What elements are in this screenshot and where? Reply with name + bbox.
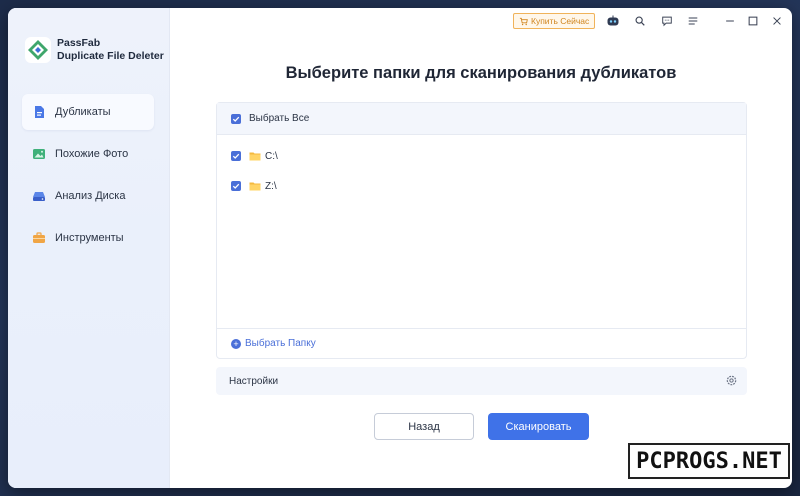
add-folder-button[interactable]: + Выбрать Папку xyxy=(231,338,316,349)
brand-name-line2: Duplicate File Deleter xyxy=(57,50,164,62)
sidebar-item-label: Инструменты xyxy=(55,232,124,244)
add-folder-label: Выбрать Папку xyxy=(245,338,316,349)
passfab-logo-icon xyxy=(25,37,51,63)
toolbox-icon xyxy=(32,231,46,245)
sidebar-item-label: Дубликаты xyxy=(55,106,111,118)
assistant-robot-icon[interactable] xyxy=(606,14,620,28)
brand: PassFab Duplicate File Deleter xyxy=(25,37,164,63)
document-icon xyxy=(32,105,46,119)
feedback-icon[interactable] xyxy=(660,14,674,28)
buy-now-label: Купить Сейчас xyxy=(531,16,590,26)
select-all-checkbox[interactable] xyxy=(231,113,241,124)
back-button[interactable]: Назад xyxy=(374,413,474,440)
sidebar-nav: Дубликаты Похожие Фото Анализ Диска Инст… xyxy=(22,94,154,262)
select-all-label: Выбрать Все xyxy=(249,113,310,124)
sidebar-item-label: Похожие Фото xyxy=(55,148,129,160)
cart-icon xyxy=(519,17,528,25)
disk-icon xyxy=(32,189,46,203)
folder-checkbox[interactable] xyxy=(231,181,241,191)
folder-row-z[interactable]: Z:\ xyxy=(217,171,746,201)
sidebar-item-similar-photos[interactable]: Похожие Фото xyxy=(22,136,154,172)
folder-row-c[interactable]: C:\ xyxy=(217,141,746,171)
buy-now-button[interactable]: Купить Сейчас xyxy=(513,13,596,29)
app-window: PassFab Duplicate File Deleter Дубликаты… xyxy=(8,8,792,488)
page-title: Выберите папки для сканирования дубликат… xyxy=(285,64,677,82)
sidebar: PassFab Duplicate File Deleter Дубликаты… xyxy=(8,8,170,488)
minimize-icon[interactable] xyxy=(723,14,737,28)
folder-label: Z:\ xyxy=(265,180,277,192)
folder-label: C:\ xyxy=(265,150,278,162)
brand-name: PassFab Duplicate File Deleter xyxy=(57,37,164,63)
title-bar: Купить Сейчас xyxy=(170,8,792,36)
brand-name-line1: PassFab xyxy=(57,37,101,49)
search-icon[interactable] xyxy=(633,14,647,28)
select-all-row[interactable]: Выбрать Все xyxy=(217,103,746,135)
menu-icon[interactable] xyxy=(686,14,700,28)
settings-bar[interactable]: Настройки xyxy=(216,367,747,395)
plus-icon: + xyxy=(231,338,241,349)
close-icon[interactable] xyxy=(770,14,784,28)
sidebar-item-disk-analysis[interactable]: Анализ Диска xyxy=(22,178,154,214)
image-icon xyxy=(32,147,46,161)
folder-selection-panel: Выбрать Все C:\ Z:\ + Выбрать Папку xyxy=(216,102,747,359)
folder-icon xyxy=(249,181,261,191)
sidebar-item-label: Анализ Диска xyxy=(55,190,126,202)
maximize-icon[interactable] xyxy=(746,14,760,28)
sidebar-item-tools[interactable]: Инструменты xyxy=(22,220,154,256)
panel-footer: + Выбрать Папку xyxy=(217,328,746,358)
watermark: PCPROGS.NET xyxy=(628,443,790,479)
scan-button[interactable]: Сканировать xyxy=(488,413,589,440)
settings-label: Настройки xyxy=(229,375,279,387)
folder-icon xyxy=(249,151,261,161)
folder-checkbox[interactable] xyxy=(231,151,241,161)
gear-icon[interactable] xyxy=(725,374,738,387)
sidebar-item-duplicates[interactable]: Дубликаты xyxy=(22,94,154,130)
